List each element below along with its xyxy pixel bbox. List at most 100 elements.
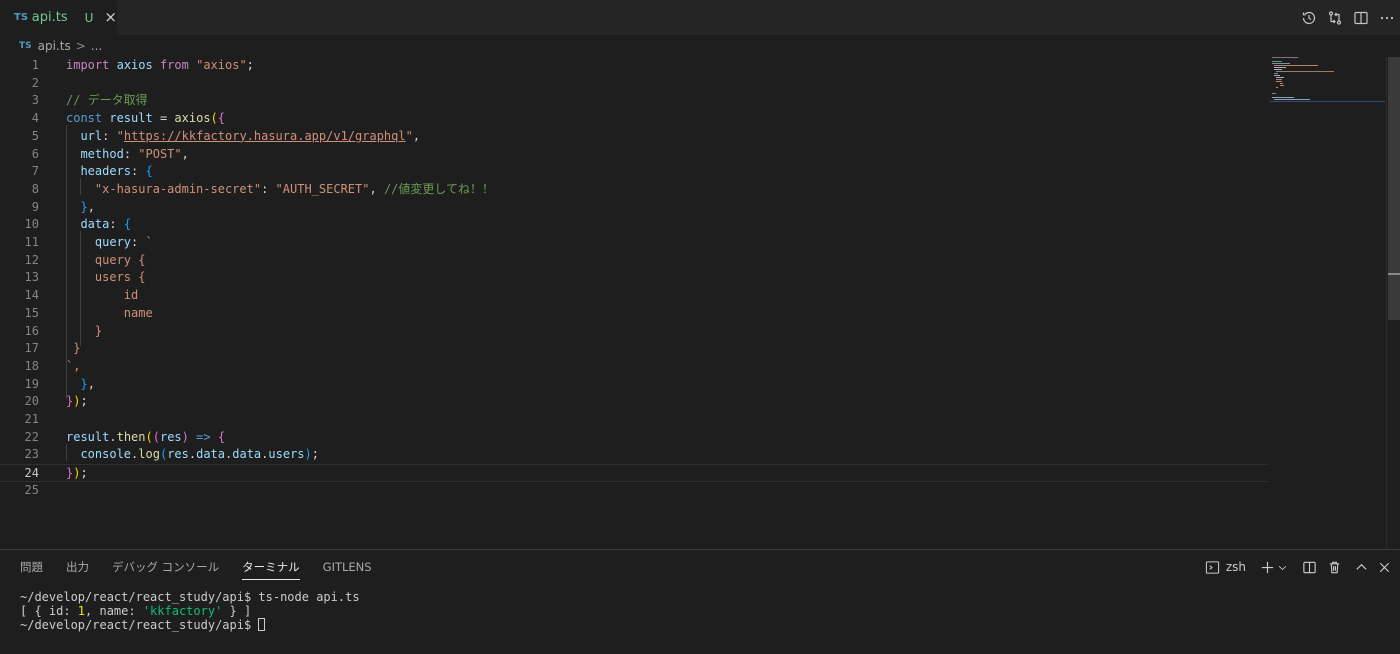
code-token: ; <box>311 447 319 462</box>
code-token: ( <box>210 111 218 126</box>
code-line[interactable]: 25 <box>0 482 1268 500</box>
code-line[interactable]: 11 query: ` <box>0 234 1268 252</box>
kill-terminal-button[interactable] <box>1327 550 1342 584</box>
code-token: query { <box>94 252 146 267</box>
scrollbar-cursor-marker <box>1388 273 1400 275</box>
code-line[interactable]: 12 query { <box>0 252 1268 270</box>
terminal-output[interactable]: ~/develop/react/react_study/api$ ts-node… <box>20 590 360 632</box>
code-line[interactable]: 19 }, <box>0 376 1268 394</box>
code-text: result.then((res) => { <box>66 429 225 447</box>
code-line[interactable]: 5 url: "https://kkfactory.hasura.app/v1/… <box>0 128 1268 146</box>
code-token: `, <box>66 358 81 373</box>
indent-guide <box>80 178 81 195</box>
terminal-line-prompt: ~/develop/react/react_study/api$ <box>20 618 259 632</box>
code-line[interactable]: 24}); <box>0 464 1268 482</box>
code-line[interactable]: 9 }, <box>0 199 1268 217</box>
code-editor[interactable]: 1 import axios from "axios"; 2 3 // データ取得 4 co… <box>0 57 1385 549</box>
code-token: log <box>138 447 160 462</box>
code-line[interactable]: 10 data: { <box>0 216 1268 234</box>
code-text: }, <box>66 376 94 394</box>
split-editor-icon[interactable] <box>1348 0 1374 35</box>
code-line[interactable]: 18 `, <box>0 358 1268 376</box>
code-text: } <box>66 340 80 358</box>
terminal-text: [ { id: <box>20 604 78 618</box>
code-token: result <box>66 429 110 444</box>
terminal-shell-selector[interactable]: zsh <box>1205 550 1246 584</box>
line-number: 10 <box>24 217 39 232</box>
line-number: 19 <box>24 376 39 391</box>
line-number: 2 <box>31 75 39 90</box>
panel-tab-debug-console[interactable]: デバッグ コンソール <box>112 550 219 584</box>
git-compare-icon[interactable] <box>1322 0 1348 35</box>
more-icon[interactable] <box>1374 0 1400 35</box>
code-token: "POST" <box>138 146 182 161</box>
code-line[interactable]: 13 users { <box>0 269 1268 287</box>
minimap[interactable] <box>1270 57 1385 117</box>
code-line[interactable]: 7 headers: { <box>0 163 1268 181</box>
chevron-up-icon <box>1356 563 1367 570</box>
line-number: 9 <box>31 199 39 214</box>
line-number: 20 <box>24 394 39 409</box>
vertical-scrollbar[interactable] <box>1386 57 1400 549</box>
code-line[interactable]: 17 } <box>0 340 1268 358</box>
terminal-text: } ] <box>222 604 252 618</box>
code-line[interactable]: 21 <box>0 411 1268 429</box>
terminal-icon <box>1205 560 1219 574</box>
code-line[interactable]: 20}); <box>0 393 1268 411</box>
code-line[interactable]: 2 <box>0 75 1268 93</box>
close-tab-icon[interactable]: × <box>104 10 117 25</box>
breadcrumb-symbols[interactable]: ... <box>91 39 102 53</box>
panel-tab-problems[interactable]: 問題 <box>20 550 43 584</box>
code-line[interactable]: 23 console.log(res.data.data.users); <box>0 446 1268 464</box>
code-line[interactable]: 14 id <box>0 287 1268 305</box>
tab-api-ts[interactable]: TS api.ts U × <box>0 0 117 35</box>
code-line[interactable]: 3 // データ取得 <box>0 92 1268 110</box>
code-text: }, <box>66 199 94 217</box>
code-line[interactable]: 15 name <box>0 305 1268 323</box>
scrollbar-thumb[interactable] <box>1388 57 1400 320</box>
close-panel-button[interactable] <box>1377 550 1392 584</box>
line-number: 25 <box>24 482 39 497</box>
line-number: 8 <box>31 181 39 196</box>
code-line[interactable]: 6 method: "POST", <box>0 146 1268 164</box>
code-token: : <box>109 217 117 232</box>
line-number: 13 <box>24 270 39 285</box>
code-token: => <box>196 429 211 444</box>
breadcrumb-file[interactable]: api.ts <box>38 39 71 53</box>
code-token: ( <box>152 429 160 444</box>
terminal-text: , name: <box>85 604 143 618</box>
code-token: then <box>116 429 146 444</box>
code-token: headers <box>80 164 132 179</box>
new-terminal-button[interactable] <box>1260 550 1275 584</box>
code-token: console <box>80 447 132 462</box>
terminal-line-command: ~/develop/react/react_study/api$ ts-node… <box>20 590 360 604</box>
bottom-panel: 問題 出力 デバッグ コンソール ターミナル GITLENS zsh ~/dev… <box>0 549 1400 654</box>
timeline-icon[interactable] <box>1296 0 1322 35</box>
panel-tab-gitlens[interactable]: GITLENS <box>323 550 372 584</box>
panel-tab-output[interactable]: 出力 <box>66 550 89 584</box>
terminal-launch-profile-button[interactable] <box>1277 550 1288 584</box>
code-token: query <box>94 235 132 249</box>
terminal-cursor <box>258 618 266 631</box>
code-token: https://kkfactory.hasura.app/v1/graphql <box>123 128 406 143</box>
code-line[interactable]: 22 result.then((res) => { <box>0 429 1268 447</box>
split-terminal-button[interactable] <box>1302 550 1317 584</box>
code-token: "x-hasura-admin-secret" <box>94 181 262 196</box>
code-line[interactable]: 1 import axios from "axios"; <box>0 57 1268 75</box>
code-text: name <box>66 305 153 323</box>
code-line[interactable]: 16 } <box>0 323 1268 341</box>
code-token: " <box>116 128 124 143</box>
code-line[interactable]: 4 const result = axios({ <box>0 110 1268 128</box>
code-token: = <box>159 111 168 126</box>
plus-icon <box>1261 561 1274 573</box>
typescript-file-icon: TS <box>19 41 32 51</box>
code-token: // データ取得 <box>66 93 148 108</box>
line-number: 7 <box>31 164 39 179</box>
panel-tab-terminal[interactable]: ターミナル <box>242 550 300 584</box>
code-token: res <box>167 447 189 462</box>
maximize-panel-button[interactable] <box>1354 550 1369 584</box>
split-icon <box>1303 561 1316 573</box>
code-line[interactable]: 8 "x-hasura-admin-secret": "AUTH_SECRET"… <box>0 181 1268 199</box>
code-text: console.log(res.data.data.users); <box>66 446 319 464</box>
line-number: 3 <box>31 93 39 108</box>
